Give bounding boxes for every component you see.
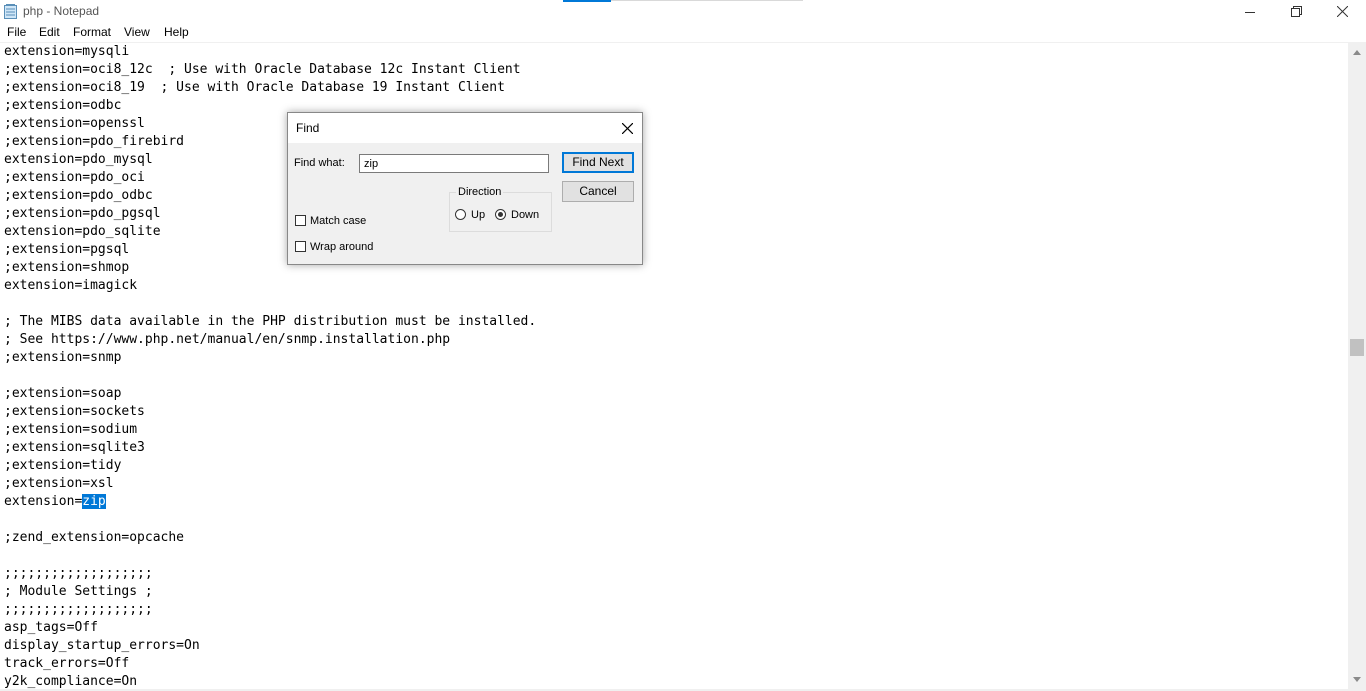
menu-help[interactable]: Help	[164, 25, 189, 39]
wrap-around-checkbox[interactable]	[295, 241, 306, 252]
menu-bar: File Edit Format View Help	[0, 24, 1366, 42]
editor-line: ;extension=soap	[4, 386, 122, 401]
scroll-down-icon[interactable]	[1353, 677, 1361, 682]
restore-icon	[1290, 6, 1302, 17]
editor-line: ;;;;;;;;;;;;;;;;;;;	[4, 602, 153, 617]
editor-line: display_startup_errors=On	[4, 638, 200, 653]
find-next-button[interactable]: Find Next	[562, 152, 634, 173]
find-dialog: Find Find what: Find Next Cancel Directi…	[287, 112, 643, 265]
line-text: extension=	[4, 494, 83, 509]
menu-edit[interactable]: Edit	[39, 25, 60, 39]
menu-file[interactable]: File	[7, 25, 26, 39]
editor-line: ; Module Settings ;	[4, 584, 153, 599]
direction-label: Direction	[456, 186, 504, 198]
find-dialog-titlebar: Find	[288, 113, 642, 143]
direction-down-label: Down	[511, 209, 540, 221]
close-button[interactable]	[1319, 0, 1365, 23]
title-accent-line	[611, 0, 803, 1]
find-what-label: Find what:	[294, 157, 345, 169]
editor-line: track_errors=Off	[4, 656, 130, 671]
text-editor[interactable]: extension=mysqli ;extension=oci8_12c ; Us…	[0, 43, 1348, 689]
editor-line: ;extension=sockets	[4, 404, 145, 419]
notepad-icon	[4, 4, 17, 19]
selected-match: zip	[82, 494, 106, 509]
title-bar: php - Notepad	[0, 0, 1366, 23]
window-title: php - Notepad	[23, 4, 100, 18]
editor-line: y2k_compliance=On	[4, 674, 138, 689]
radio-selected-dot	[498, 212, 503, 217]
menu-view[interactable]: View	[124, 25, 150, 39]
title-accent	[563, 0, 611, 2]
editor-line: ;extension=sodium	[4, 422, 138, 437]
match-case-label: Match case	[310, 215, 367, 227]
editor-line: extension=imagick	[4, 278, 138, 293]
match-case-checkbox[interactable]	[295, 215, 306, 226]
editor-line: extension=zip	[4, 493, 536, 511]
editor-line: asp_tags=Off	[4, 620, 98, 635]
editor-line: ;zend_extension=opcache	[4, 530, 185, 545]
editor-line: ;;;;;;;;;;;;;;;;;;;	[4, 566, 153, 581]
scroll-thumb[interactable]	[1350, 339, 1364, 356]
find-dialog-title: Find	[296, 121, 320, 135]
editor-line: extension=mysqli	[4, 44, 130, 59]
editor-line: ;extension=oci8_12c ; Use with Oracle Da…	[4, 62, 521, 77]
minimize-button[interactable]	[1227, 0, 1273, 23]
editor-line: ; See https://www.php.net/manual/en/snmp…	[4, 332, 451, 347]
editor-line: ;extension=tidy	[4, 458, 122, 473]
minimize-icon	[1245, 11, 1255, 13]
direction-up-radio[interactable]	[455, 209, 466, 220]
cancel-button[interactable]: Cancel	[562, 181, 634, 202]
direction-up-label: Up	[471, 209, 486, 221]
editor-line: ;extension=snmp	[4, 350, 122, 365]
close-icon	[1336, 6, 1348, 17]
editor-line: ;extension=xsl	[4, 476, 114, 491]
close-icon	[621, 122, 633, 134]
wrap-around-label: Wrap around	[310, 241, 374, 253]
find-dialog-close-button[interactable]	[618, 119, 636, 137]
editor-line: ;extension=oci8_19 ; Use with Oracle Dat…	[4, 80, 505, 95]
find-what-input[interactable]	[359, 154, 549, 173]
menu-format[interactable]: Format	[73, 25, 111, 39]
scroll-up-icon[interactable]	[1353, 50, 1361, 55]
direction-down-radio[interactable]	[495, 209, 506, 220]
editor-line: ;extension=sqlite3	[4, 440, 145, 455]
editor-line: ; The MIBS data available in the PHP dis…	[4, 314, 537, 329]
vertical-scrollbar[interactable]	[1348, 43, 1366, 689]
restore-button[interactable]	[1273, 0, 1319, 23]
